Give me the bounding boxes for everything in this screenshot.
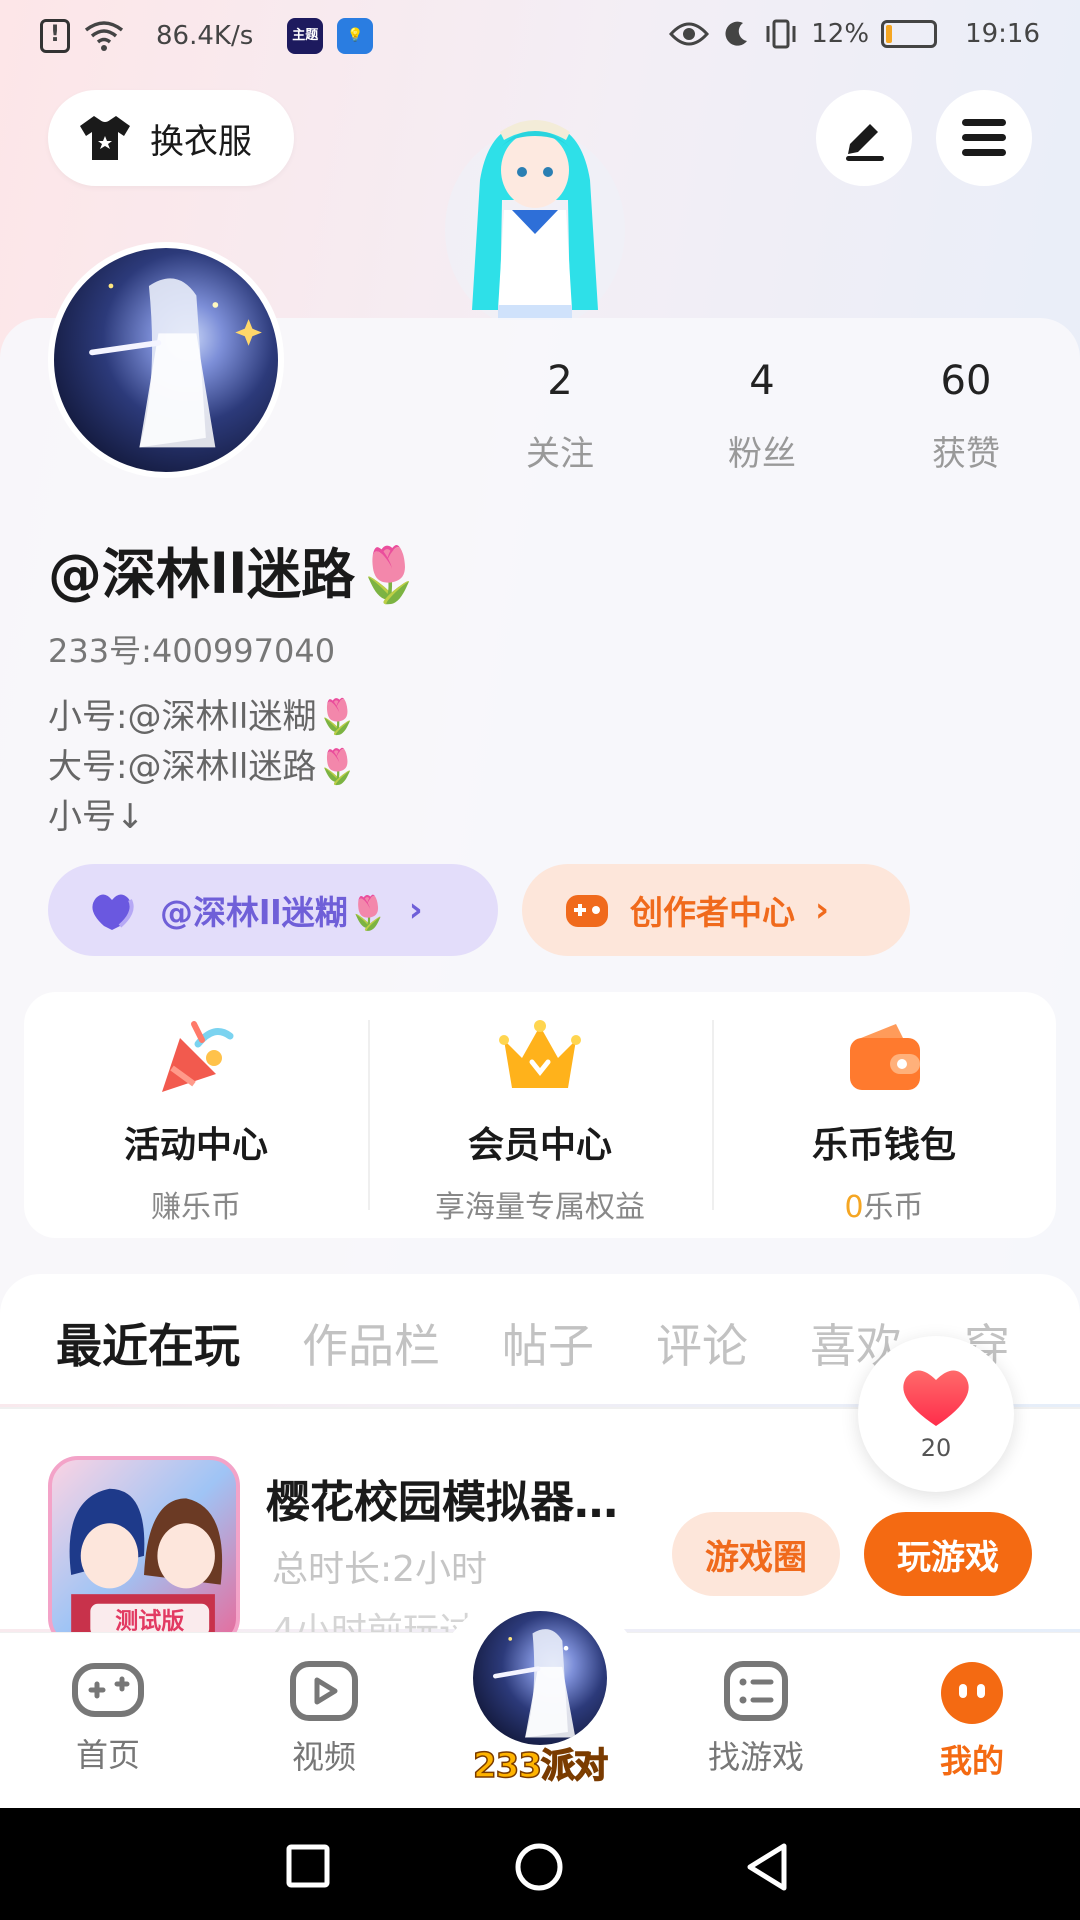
chevron-right-icon: ›: [408, 890, 423, 930]
wallet-icon: [850, 1024, 920, 1090]
vip-center-sub: 享海量专属权益: [435, 1190, 645, 1225]
eye-icon: [669, 22, 710, 46]
hamburger-icon: [962, 119, 1006, 156]
nav-home[interactable]: 首页: [28, 1660, 188, 1776]
network-speed: 86.4K/s: [156, 21, 254, 51]
profile-tabs: 最近在玩 作品栏 帖子 评论 喜欢 穿: [56, 1310, 1010, 1376]
tab-recent-played[interactable]: 最近在玩: [56, 1310, 240, 1376]
coin-balance: 0: [844, 1190, 864, 1225]
back-icon[interactable]: [744, 1842, 790, 1892]
nav-home-label: 首页: [75, 1736, 140, 1774]
nav-find-games[interactable]: 找游戏: [676, 1660, 836, 1778]
gamepad-icon: [72, 1663, 144, 1717]
play-icon: [290, 1661, 358, 1721]
coin-wallet-title: 乐币钱包: [811, 1125, 956, 1166]
alert-icon: !: [40, 19, 70, 53]
game-thumbnail[interactable]: 测试版: [48, 1456, 240, 1648]
clock: 19:16: [965, 19, 1040, 49]
change-outfit-button[interactable]: 换衣服: [48, 90, 294, 186]
avatar-character[interactable]: [440, 110, 630, 320]
services-panel: 活动中心 赚乐币 会员中心 享海量专属权益 乐币钱包 0乐币: [24, 992, 1056, 1238]
party-popper-icon: [162, 1021, 234, 1092]
stat-fans[interactable]: 4 粉丝: [682, 358, 842, 475]
pen-icon: [846, 124, 884, 161]
chevron-right-icon: ›: [815, 890, 830, 930]
bio: 小号:@深林ll迷糊🌷 大号:@深林ll迷路🌷 小号↓: [48, 697, 359, 837]
activity-center-title: 活动中心: [123, 1125, 268, 1166]
menu-button[interactable]: [936, 90, 1032, 186]
edit-profile-button[interactable]: [816, 90, 912, 186]
system-nav-bar: [0, 1808, 1080, 1920]
play-duration: 总时长:2小时: [272, 1549, 488, 1590]
nav-me[interactable]: 我的: [892, 1660, 1052, 1782]
activity-center-sub: 赚乐币: [151, 1190, 241, 1225]
battery-percent: 12%: [811, 19, 870, 49]
heart-icon: [903, 1370, 969, 1426]
play-game-button[interactable]: 玩游戏: [864, 1512, 1032, 1596]
stat-likes[interactable]: 60 获赞: [886, 358, 1046, 475]
vip-center-title: 会员中心: [467, 1125, 612, 1166]
tab-posts[interactable]: 帖子: [502, 1310, 594, 1376]
creator-center-button[interactable]: 创作者中心 ›: [522, 864, 910, 956]
crown-icon: [499, 1020, 581, 1088]
game-circle-button[interactable]: 游戏圈: [672, 1512, 840, 1596]
party-avatar[interactable]: [468, 1606, 612, 1750]
battery-icon: [881, 20, 938, 48]
recent-apps-icon[interactable]: [286, 1844, 330, 1888]
likes-count: 60: [940, 358, 992, 404]
status-bar: ! 86.4K/s 主题 💡 12% 19:16: [0, 0, 1080, 76]
nickname: @深林ll迷路🌷: [48, 543, 423, 606]
like-bubble[interactable]: 20: [858, 1336, 1014, 1492]
me-face-icon: [941, 1662, 1003, 1724]
bulb-app-icon: 💡: [337, 18, 374, 54]
nav-me-label: 我的: [939, 1742, 1004, 1780]
alt-account-label: @深林ll迷糊🌷: [160, 893, 389, 932]
coin-unit: 乐币: [863, 1190, 924, 1225]
home-icon[interactable]: [514, 1842, 564, 1892]
wifi-icon: [84, 21, 124, 51]
tshirt-icon: [80, 116, 130, 160]
coin-wallet[interactable]: 乐币钱包 0乐币: [712, 992, 1056, 1238]
tab-comments[interactable]: 评论: [656, 1310, 748, 1376]
profile-avatar[interactable]: [48, 242, 284, 478]
fans-count: 4: [749, 358, 775, 404]
game-title: 樱花校园模拟器…: [266, 1477, 618, 1528]
list-icon: [724, 1661, 788, 1721]
moon-icon: [725, 21, 748, 46]
stat-following[interactable]: 2 关注: [480, 358, 640, 475]
nav-find-games-label: 找游戏: [707, 1738, 804, 1776]
following-label: 关注: [526, 434, 594, 474]
like-count: 20: [920, 1434, 952, 1462]
user-id: 233号:400997040: [48, 632, 336, 670]
activity-center[interactable]: 活动中心 赚乐币: [24, 992, 368, 1238]
hearts-icon: [92, 894, 134, 930]
party-label[interactable]: 233派对: [452, 1738, 628, 1787]
coin-wallet-sub: 0乐币: [844, 1182, 923, 1226]
gamepad-icon: [566, 895, 608, 927]
alt-account-button[interactable]: @深林ll迷糊🌷 ›: [48, 864, 498, 956]
nav-video-label: 视频: [291, 1738, 356, 1776]
fans-label: 粉丝: [728, 434, 796, 474]
vip-center[interactable]: 会员中心 享海量专属权益: [368, 992, 712, 1238]
change-outfit-label: 换衣服: [150, 121, 252, 162]
nav-video[interactable]: 视频: [244, 1660, 404, 1778]
tab-works[interactable]: 作品栏: [302, 1310, 440, 1376]
vibrate-icon: [766, 19, 796, 49]
creator-center-label: 创作者中心: [630, 893, 795, 932]
following-count: 2: [547, 358, 573, 404]
theme-app-icon: 主题: [287, 18, 324, 54]
likes-label: 获赞: [932, 434, 1000, 474]
test-version-badge: 测试版: [115, 1608, 184, 1635]
